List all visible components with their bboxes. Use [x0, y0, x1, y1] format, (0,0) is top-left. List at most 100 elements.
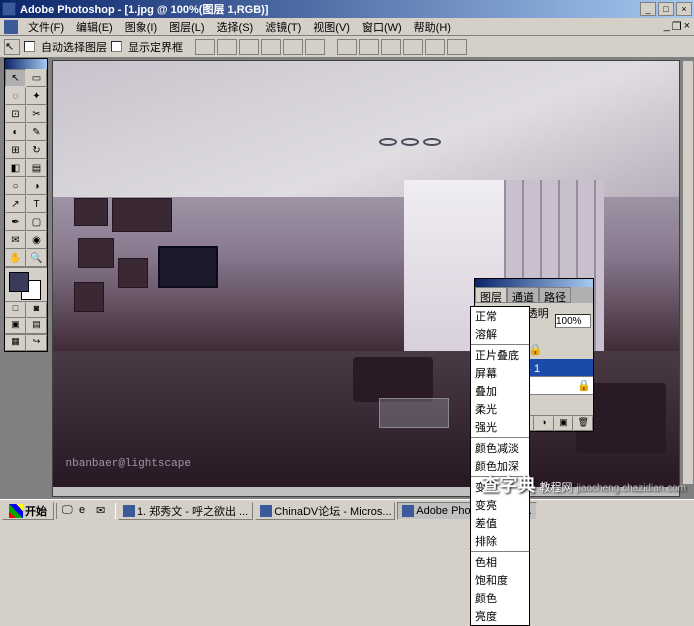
menu-file[interactable]: 文件(F)	[22, 19, 70, 35]
blend-option[interactable]: 屏幕	[471, 364, 529, 382]
blend-option[interactable]: 色相	[471, 553, 529, 571]
maximize-button[interactable]: □	[658, 2, 674, 16]
crop-tool[interactable]: ⊡	[5, 105, 26, 123]
menu-select[interactable]: 选择(S)	[211, 19, 260, 35]
blend-option[interactable]: 强光	[471, 418, 529, 436]
close-button[interactable]: ×	[676, 2, 692, 16]
quick-launch-outlook[interactable]: ✉	[95, 503, 111, 519]
doc-minimize-button[interactable]: _	[664, 20, 670, 33]
blend-mode-dropdown[interactable]: 正常溶解正片叠底屏幕叠加柔光强光颜色减淡颜色加深变暗变亮差值排除色相饱和度颜色亮…	[470, 306, 530, 626]
eyedropper-tool[interactable]: ◉	[26, 231, 47, 249]
image-wall	[53, 180, 316, 359]
gradient-tool[interactable]: ▤	[26, 159, 47, 177]
align-bottom-button[interactable]	[239, 39, 259, 55]
taskbar-task-2[interactable]: ChinaDV论坛 - Micros...	[255, 502, 395, 520]
shape-tool[interactable]: ▢	[26, 213, 47, 231]
layers-panel-grip[interactable]	[475, 279, 593, 287]
notes-tool[interactable]: ✉	[5, 231, 26, 249]
align-hcenter-button[interactable]	[283, 39, 303, 55]
foreground-color-swatch[interactable]	[9, 272, 29, 292]
wand-tool[interactable]: ✦	[26, 87, 47, 105]
slice-tool[interactable]: ✂	[26, 105, 47, 123]
doc-restore-button[interactable]: ❐	[672, 20, 682, 33]
opacity-input[interactable]	[555, 314, 591, 328]
align-left-button[interactable]	[261, 39, 281, 55]
menu-view[interactable]: 视图(V)	[307, 19, 356, 35]
lock-all-icon[interactable]: 🔒	[529, 343, 543, 356]
blend-option[interactable]: 正片叠底	[471, 346, 529, 364]
history-brush-tool[interactable]: ↻	[26, 141, 47, 159]
jump-to-button[interactable]: ↪	[26, 335, 47, 351]
distribute-right-button[interactable]	[447, 39, 467, 55]
blend-option[interactable]: 差值	[471, 514, 529, 532]
align-top-button[interactable]	[195, 39, 215, 55]
toolbox[interactable]: ↖▭◌✦⊡✂◐✎⊞↻◧▤○◑↗T✒▢✉◉✋🔍 □ ◙ ▣ ▤ ▦ ↪	[4, 58, 48, 352]
quickmask-mode-button[interactable]: ◙	[26, 302, 47, 318]
type-tool[interactable]: T	[26, 195, 47, 213]
minimize-button[interactable]: _	[640, 2, 656, 16]
eraser-tool[interactable]: ◧	[5, 159, 26, 177]
show-bounds-checkbox[interactable]	[111, 41, 122, 52]
tab-paths[interactable]: 路径	[539, 287, 571, 303]
quick-launch-desktop[interactable]: 🖵	[61, 503, 77, 519]
blend-option[interactable]: 叠加	[471, 382, 529, 400]
menu-window[interactable]: 窗口(W)	[356, 19, 408, 35]
blend-option[interactable]: 变亮	[471, 496, 529, 514]
screen-full-button[interactable]: ▦	[5, 335, 26, 351]
lasso-tool[interactable]: ◌	[5, 87, 26, 105]
tab-layers[interactable]: 图层	[475, 287, 507, 303]
blend-option[interactable]: 正常	[471, 307, 529, 325]
blend-option[interactable]: 颜色	[471, 589, 529, 607]
distribute-left-button[interactable]	[403, 39, 423, 55]
auto-select-checkbox[interactable]	[24, 41, 35, 52]
blend-option[interactable]: 颜色减淡	[471, 439, 529, 457]
healing-tool[interactable]: ◐	[5, 123, 26, 141]
adjustment-layer-button[interactable]: ◑	[534, 416, 554, 431]
color-swatches	[5, 267, 47, 301]
current-tool-indicator: ↖	[4, 39, 20, 55]
distribute-hcenter-button[interactable]	[425, 39, 445, 55]
menu-edit[interactable]: 编辑(E)	[70, 19, 119, 35]
distribute-bottom-button[interactable]	[381, 39, 401, 55]
brush-tool[interactable]: ✎	[26, 123, 47, 141]
distribute-vcenter-button[interactable]	[359, 39, 379, 55]
taskbar: 开始 🖵 e ✉ 1. 郑秀文 - 呼之欲出 ... ChinaDV论坛 - M…	[0, 499, 694, 521]
vertical-scrollbar[interactable]	[682, 60, 694, 485]
dodge-tool[interactable]: ◑	[26, 177, 47, 195]
toolbox-grip[interactable]	[5, 59, 47, 69]
doc-close-button[interactable]: ×	[684, 20, 690, 33]
zoom-tool[interactable]: 🔍	[26, 249, 47, 267]
show-bounds-label: 显示定界框	[128, 39, 183, 55]
align-right-button[interactable]	[305, 39, 325, 55]
new-layer-button[interactable]: ▣	[554, 416, 574, 431]
blur-tool[interactable]: ○	[5, 177, 26, 195]
blend-option[interactable]: 排除	[471, 532, 529, 550]
path-tool[interactable]: ↗	[5, 195, 26, 213]
align-vcenter-button[interactable]	[217, 39, 237, 55]
screen-standard-button[interactable]: ▣	[5, 318, 26, 334]
tab-channels[interactable]: 通道	[507, 287, 539, 303]
menu-filter[interactable]: 滤镜(T)	[259, 19, 307, 35]
taskbar-task-1[interactable]: 1. 郑秀文 - 呼之欲出 ...	[118, 502, 253, 520]
image-sofa-far	[353, 357, 433, 402]
workspace: ↖▭◌✦⊡✂◐✎⊞↻◧▤○◑↗T✒▢✉◉✋🔍 □ ◙ ▣ ▤ ▦ ↪	[0, 58, 694, 499]
app-icon	[402, 505, 414, 517]
stamp-tool[interactable]: ⊞	[5, 141, 26, 159]
standard-mode-button[interactable]: □	[5, 302, 26, 318]
menu-help[interactable]: 帮助(H)	[408, 19, 457, 35]
marquee-tool[interactable]: ▭	[26, 69, 47, 87]
blend-option[interactable]: 饱和度	[471, 571, 529, 589]
pen-tool[interactable]: ✒	[5, 213, 26, 231]
delete-layer-button[interactable]: 🗑	[573, 416, 593, 431]
menu-image[interactable]: 图象(I)	[119, 19, 163, 35]
start-button[interactable]: 开始	[2, 502, 54, 520]
screen-full-menu-button[interactable]: ▤	[26, 318, 47, 334]
blend-option[interactable]: 溶解	[471, 325, 529, 343]
blend-option[interactable]: 柔光	[471, 400, 529, 418]
menu-layer[interactable]: 图层(L)	[163, 19, 210, 35]
hand-tool[interactable]: ✋	[5, 249, 26, 267]
distribute-top-button[interactable]	[337, 39, 357, 55]
blend-option[interactable]: 亮度	[471, 607, 529, 625]
quick-launch-ie[interactable]: e	[78, 503, 94, 519]
move-tool[interactable]: ↖	[5, 69, 26, 87]
